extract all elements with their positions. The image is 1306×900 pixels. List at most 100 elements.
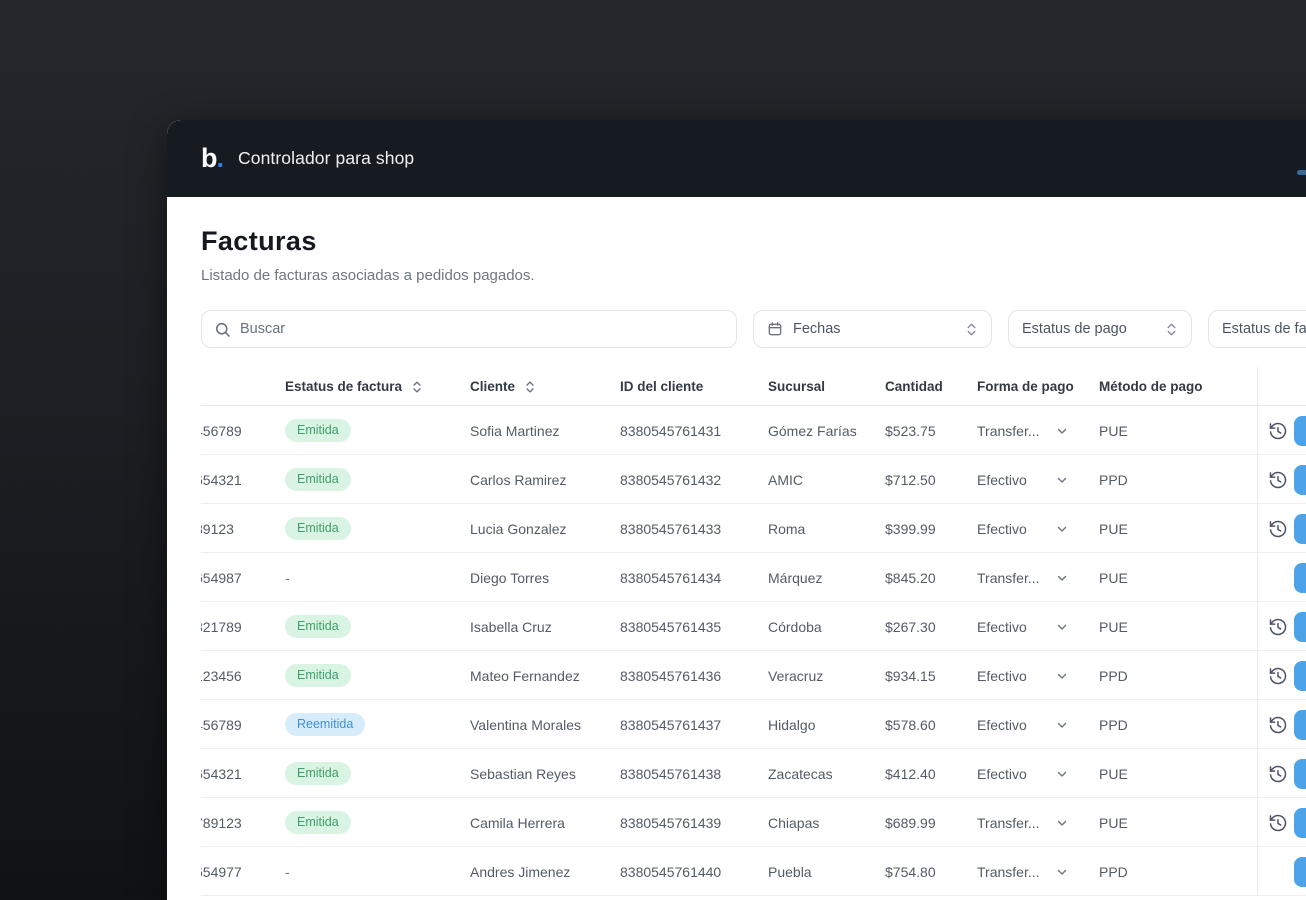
dates-filter[interactable]: Fechas bbox=[753, 310, 992, 348]
invoice-action-button[interactable] bbox=[1294, 464, 1306, 495]
payment-form-select[interactable]: Efectivo bbox=[977, 521, 1099, 537]
amount: $754.80 bbox=[885, 863, 936, 880]
invoice-number: 456789 bbox=[201, 716, 242, 733]
history-button[interactable] bbox=[1268, 761, 1288, 787]
chevron-down-icon[interactable] bbox=[1055, 865, 1069, 879]
chevron-down-icon[interactable] bbox=[1055, 816, 1069, 830]
sort-arrows-icon[interactable] bbox=[524, 380, 536, 394]
amount: $712.50 bbox=[885, 471, 936, 488]
page-content: Facturas Listado de facturas asociadas a… bbox=[167, 197, 1306, 896]
invoice-number: 321789 bbox=[201, 618, 242, 635]
invoice-action-button[interactable] bbox=[1294, 709, 1306, 740]
payment-form-select[interactable]: Transfer... bbox=[977, 423, 1099, 439]
invoice-number: 456789 bbox=[201, 422, 242, 439]
chevron-down-icon[interactable] bbox=[1055, 571, 1069, 585]
history-button[interactable] bbox=[1268, 418, 1288, 444]
history-icon bbox=[1269, 765, 1287, 782]
payment-method: PUE bbox=[1099, 814, 1128, 831]
app-title: Controlador para shop bbox=[238, 148, 415, 168]
page-subtitle: Listado de facturas asociadas a pedidos … bbox=[201, 267, 535, 284]
amount: $412.40 bbox=[885, 765, 936, 782]
invoice-action-button[interactable] bbox=[1294, 415, 1306, 446]
client-name: Sofia Martinez bbox=[470, 422, 560, 439]
history-button[interactable] bbox=[1268, 467, 1288, 493]
column-amount: Cantidad bbox=[885, 379, 943, 394]
sort-arrows-icon[interactable] bbox=[411, 380, 423, 394]
table-row: 789123 Emitida Camila Herrera 8380545761… bbox=[201, 798, 1306, 847]
client-id: 8380545761433 bbox=[620, 520, 722, 537]
amount: $578.60 bbox=[885, 716, 936, 733]
table-row: 456789 Emitida Sofia Martinez 8380545761… bbox=[201, 406, 1306, 455]
table-row: 321789 Emitida Isabella Cruz 83805457614… bbox=[201, 602, 1306, 651]
search-input[interactable] bbox=[240, 321, 724, 337]
history-button[interactable] bbox=[1268, 614, 1288, 640]
client-name: Valentina Morales bbox=[470, 716, 582, 733]
history-icon bbox=[1269, 422, 1287, 439]
history-icon bbox=[1269, 520, 1287, 537]
invoice-action-button[interactable] bbox=[1294, 562, 1306, 593]
search-box[interactable] bbox=[201, 310, 737, 348]
client-name: Andres Jimenez bbox=[470, 863, 571, 880]
invoice-status-cell: Emitida bbox=[285, 762, 470, 785]
branch: AMIC bbox=[768, 471, 803, 488]
invoice-action-button[interactable] bbox=[1294, 807, 1306, 838]
history-icon bbox=[1269, 814, 1287, 831]
column-branch: Sucursal bbox=[768, 379, 826, 394]
history-button[interactable] bbox=[1268, 712, 1288, 738]
payment-method: PPD bbox=[1099, 863, 1128, 880]
payment-form-select[interactable]: Efectivo bbox=[977, 619, 1099, 635]
column-invoice-status[interactable]: Estatus de factura bbox=[285, 379, 470, 394]
invoice-action-button[interactable] bbox=[1294, 856, 1306, 887]
chevron-down-icon[interactable] bbox=[1055, 767, 1069, 781]
history-button[interactable] bbox=[1268, 516, 1288, 542]
column-payment-form: Forma de pago bbox=[977, 379, 1074, 394]
invoice-action-button[interactable] bbox=[1294, 513, 1306, 544]
table-row: 123456 Emitida Mateo Fernandez 838054576… bbox=[201, 651, 1306, 700]
table-row: 456789 Reemitida Valentina Morales 83805… bbox=[201, 700, 1306, 749]
invoice-action-button[interactable] bbox=[1294, 611, 1306, 642]
invoice-number: 654321 bbox=[201, 765, 242, 782]
chevron-down-icon[interactable] bbox=[1055, 424, 1069, 438]
chevron-down-icon[interactable] bbox=[1055, 669, 1069, 683]
invoice-action-button[interactable] bbox=[1294, 758, 1306, 789]
client-name: Mateo Fernandez bbox=[470, 667, 580, 684]
payment-form-select[interactable]: Transfer... bbox=[977, 864, 1099, 880]
invoice-status-cell: Emitida bbox=[285, 419, 470, 442]
row-actions bbox=[1257, 651, 1306, 700]
column-payment-method: Método de pago bbox=[1099, 379, 1203, 394]
history-button[interactable] bbox=[1268, 810, 1288, 836]
branch: Chiapas bbox=[768, 814, 820, 831]
payment-form-select[interactable]: Efectivo bbox=[977, 668, 1099, 684]
invoice-status-cell: Emitida bbox=[285, 468, 470, 491]
payment-form-select[interactable]: Efectivo bbox=[977, 472, 1099, 488]
table-row: 654987 - Diego Torres 8380545761434 Márq… bbox=[201, 553, 1306, 602]
search-icon bbox=[215, 322, 230, 337]
chevron-down-icon[interactable] bbox=[1055, 718, 1069, 732]
payment-form-select[interactable]: Transfer... bbox=[977, 815, 1099, 831]
chevron-down-icon[interactable] bbox=[1055, 522, 1069, 536]
app-header: b. Controlador para shop bbox=[167, 120, 1306, 197]
amount: $689.99 bbox=[885, 814, 936, 831]
branch: Roma bbox=[768, 520, 806, 537]
client-id: 8380545761437 bbox=[620, 716, 722, 733]
payment-form-select[interactable]: Efectivo bbox=[977, 717, 1099, 733]
chevron-down-icon[interactable] bbox=[1055, 620, 1069, 634]
sort-arrows-icon bbox=[967, 322, 976, 336]
payment-method: PPD bbox=[1099, 471, 1128, 488]
invoice-number: 89123 bbox=[201, 520, 234, 537]
row-actions bbox=[1257, 553, 1306, 602]
payment-status-filter[interactable]: Estatus de pago bbox=[1008, 310, 1192, 348]
history-icon bbox=[1269, 667, 1287, 684]
brand-dot: . bbox=[216, 143, 225, 173]
invoice-action-button[interactable] bbox=[1294, 660, 1306, 691]
amount: $845.20 bbox=[885, 569, 936, 586]
payment-form-select[interactable]: Efectivo bbox=[977, 766, 1099, 782]
column-client[interactable]: Cliente bbox=[470, 379, 620, 394]
payment-form-select[interactable]: Transfer... bbox=[977, 570, 1099, 586]
invoice-status-filter[interactable]: Estatus de factura bbox=[1208, 310, 1306, 348]
payment-method: PPD bbox=[1099, 716, 1128, 733]
chevron-down-icon[interactable] bbox=[1055, 473, 1069, 487]
header-edge-icon[interactable] bbox=[1297, 170, 1306, 175]
history-button[interactable] bbox=[1268, 663, 1288, 689]
payment-method: PUE bbox=[1099, 520, 1128, 537]
